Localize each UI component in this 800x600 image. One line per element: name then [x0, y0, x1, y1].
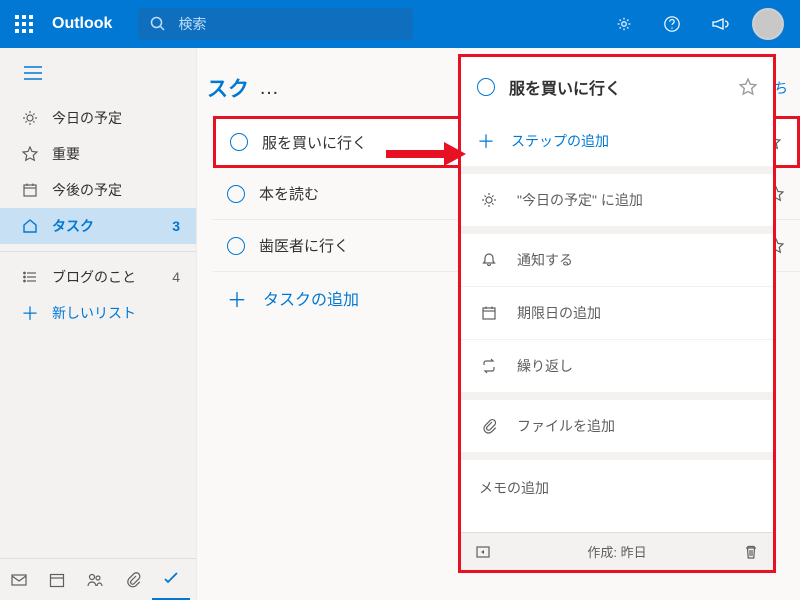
star-icon	[20, 146, 40, 162]
nav-planned[interactable]: 今後の予定	[0, 172, 196, 208]
plus-icon: ＋	[20, 300, 40, 326]
nav-label: 今後の予定	[52, 180, 122, 200]
nav-custom-list[interactable]: ブログのこと 4	[0, 259, 196, 295]
search-box[interactable]	[138, 8, 413, 40]
due-row[interactable]: 期限日の追加	[461, 287, 773, 340]
note-box[interactable]: メモの追加	[461, 460, 773, 532]
detail-footer: 作成: 昨日	[461, 532, 773, 570]
bell-icon	[479, 252, 499, 268]
search-icon	[138, 16, 178, 32]
complete-circle[interactable]	[230, 133, 248, 151]
plus-icon: ＋	[477, 128, 495, 154]
calendar-icon	[479, 305, 499, 321]
help-icon[interactable]	[648, 0, 696, 48]
nav-today[interactable]: 今日の予定	[0, 100, 196, 136]
nav-new-list[interactable]: ＋ 新しいリスト	[0, 295, 196, 331]
nav-label: 重要	[52, 144, 80, 164]
megaphone-icon[interactable]	[696, 0, 744, 48]
paperclip-icon	[479, 418, 499, 434]
divider	[0, 251, 196, 252]
app-name: Outlook	[48, 15, 132, 33]
sun-icon	[20, 110, 40, 126]
nav-label: ブログのこと	[52, 267, 136, 287]
nav-count: 3	[172, 218, 180, 234]
avatar[interactable]	[752, 8, 784, 40]
home-icon	[20, 218, 40, 234]
created-label: 作成: 昨日	[491, 542, 743, 561]
collapse-icon[interactable]	[475, 544, 491, 560]
remind-row[interactable]: 通知する	[461, 234, 773, 287]
search-input[interactable]	[178, 16, 413, 32]
tasks-module-icon[interactable]	[152, 560, 190, 600]
repeat-icon	[479, 358, 499, 374]
list-icon	[20, 269, 40, 285]
task-detail-pane: 服を買いに行く ＋ ステップの追加 "今日の予定" に追加 通知する 期限日の追…	[458, 54, 776, 573]
detail-header: 服を買いに行く	[461, 57, 773, 117]
calendar-icon	[20, 182, 40, 198]
nav-tasks[interactable]: タスク 3	[0, 208, 196, 244]
mail-icon[interactable]	[0, 560, 38, 600]
app-header: Outlook	[0, 0, 800, 48]
star-icon[interactable]	[739, 78, 757, 96]
more-icon[interactable]: …	[259, 77, 280, 100]
complete-circle[interactable]	[227, 237, 245, 255]
sun-icon	[479, 192, 499, 208]
repeat-row[interactable]: 繰り返し	[461, 340, 773, 392]
nav-label: 新しいリスト	[52, 303, 136, 323]
complete-circle[interactable]	[477, 78, 495, 96]
nav-important[interactable]: 重要	[0, 136, 196, 172]
detail-title[interactable]: 服を買いに行く	[509, 75, 739, 99]
add-task-label: タスクの追加	[263, 286, 359, 310]
module-switcher	[0, 558, 196, 600]
settings-icon[interactable]	[600, 0, 648, 48]
attachment-icon[interactable]	[114, 560, 152, 600]
sidebar: 今日の予定 重要 今後の予定 タスク 3 ブログのこと 4 ＋	[0, 48, 197, 600]
add-to-today[interactable]: "今日の予定" に追加	[461, 174, 773, 226]
complete-circle[interactable]	[227, 185, 245, 203]
list-title: スク	[207, 73, 249, 103]
add-step-label: ステップの追加	[511, 131, 609, 151]
add-step[interactable]: ＋ ステップの追加	[461, 116, 773, 166]
calendar-module-icon[interactable]	[38, 560, 76, 600]
nav-count: 4	[172, 269, 180, 285]
trash-icon[interactable]	[743, 544, 759, 560]
plus-icon: ＋	[227, 284, 247, 313]
hamburger-icon[interactable]	[0, 66, 196, 100]
nav-label: 今日の予定	[52, 108, 122, 128]
app-launcher[interactable]	[0, 0, 48, 48]
people-icon[interactable]	[76, 560, 114, 600]
nav-label: タスク	[52, 216, 94, 236]
file-row[interactable]: ファイルを追加	[461, 400, 773, 452]
